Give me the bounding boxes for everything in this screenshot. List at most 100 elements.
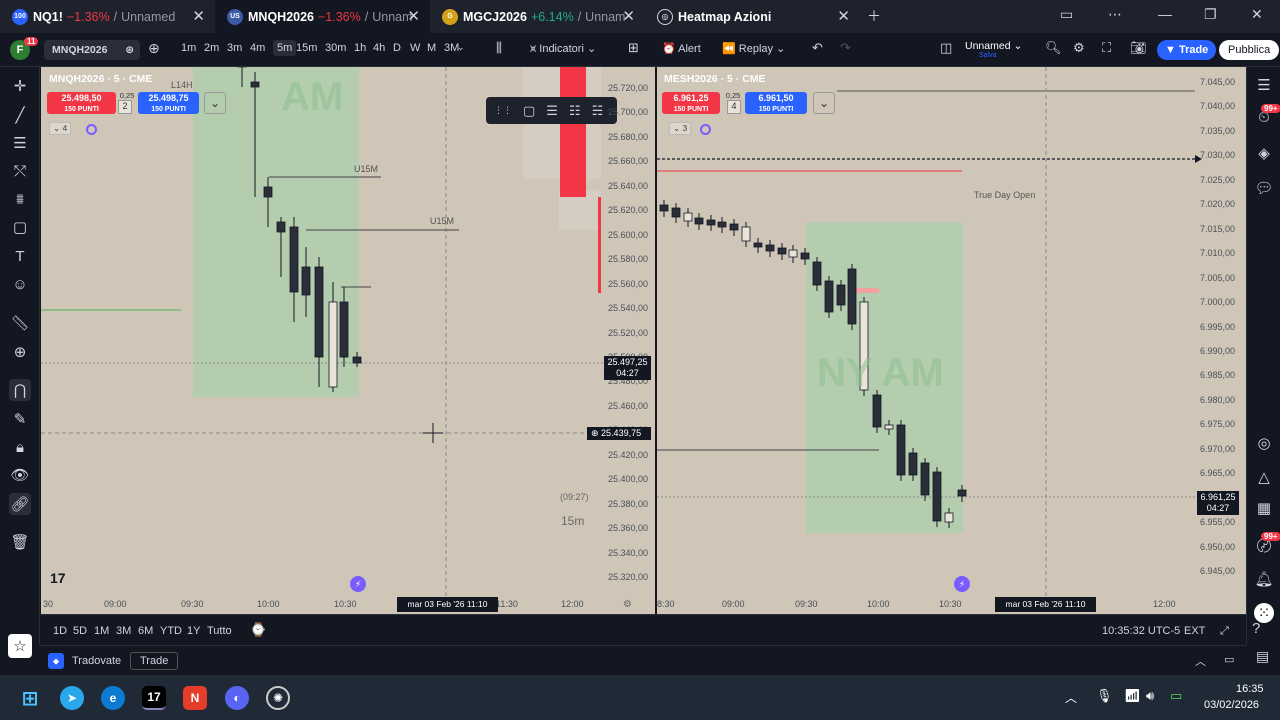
interval-1m[interactable]: 1m <box>181 42 196 54</box>
tab-heatmap[interactable]: ◎ Heatmap Azioni ✕ <box>645 0 860 33</box>
axis-settings-icon[interactable]: ⚙ <box>623 599 632 610</box>
taskbar-clock[interactable]: 16:35 <box>1236 683 1264 695</box>
sell-button[interactable]: 6.961,25 150 PUNTI <box>662 92 720 114</box>
fullscreen-icon[interactable]: ⛶ <box>1102 40 1111 56</box>
range-ytd[interactable]: YTD <box>160 625 182 637</box>
buy-button[interactable]: 25.498,75 150 PUNTI <box>138 92 199 114</box>
quantity-field[interactable]: 2 <box>118 100 132 114</box>
expand-icon[interactable]: ⤢ <box>1220 625 1229 638</box>
trendline-icon[interactable]: ╱ <box>9 104 31 126</box>
monitor-icon[interactable]: ▭ <box>1060 6 1073 23</box>
forecast-icon[interactable]: ⩩ <box>9 188 31 210</box>
mic-icon[interactable]: 🎙︎ <box>1096 688 1113 704</box>
time-axis-right[interactable]: 8:30 09:00 09:30 10:00 10:30 12:00 <box>657 599 1197 613</box>
templates-icon[interactable]: ⊞ <box>628 40 639 56</box>
range-3m[interactable]: 3M <box>116 625 131 637</box>
minimize-icon[interactable]: — <box>1158 6 1172 22</box>
broker-name[interactable]: Tradovate <box>72 655 121 667</box>
buy-button[interactable]: 6.961,50 150 PUNTI <box>745 92 807 114</box>
interval-30m[interactable]: 30m <box>325 42 346 54</box>
panel-toggle-icon[interactable]: ▤ <box>1256 648 1269 665</box>
price-axis-left[interactable]: 25.720,00 25.700,00 25.680,00 25.660,00 25.6… <box>608 67 654 614</box>
lines-tool-icon[interactable]: ☰ <box>546 103 558 119</box>
bell-icon[interactable]: 🔔︎ <box>1254 569 1274 589</box>
interval-D[interactable]: D <box>393 42 401 54</box>
range-1y[interactable]: 1Y <box>187 625 200 637</box>
time-axis-left[interactable]: 30 09:00 09:30 10:00 10:30 11:30 12:00 <box>41 599 601 613</box>
range-6m[interactable]: 6M <box>138 625 153 637</box>
interval-1h[interactable]: 1h <box>354 42 366 54</box>
goto-date-icon[interactable]: ⌚ <box>250 622 266 638</box>
trade-button[interactable]: ▼ Trade <box>1157 40 1217 60</box>
tradingview-app-icon[interactable]: 17 <box>142 686 166 710</box>
chart-pane-left[interactable]: MNQH2026 · 5 · CME 25.498,50 150 PUNTI 0,… <box>41 67 655 614</box>
watchlist-icon[interactable]: ☰ <box>1254 75 1274 95</box>
favorites-star-icon[interactable]: ☆ <box>8 634 32 658</box>
lightning-icon[interactable]: ⚡︎ <box>350 576 366 592</box>
crosshair-icon[interactable]: ✛ <box>9 75 31 97</box>
rectangle-icon[interactable]: ▢ <box>9 216 31 238</box>
timezone-clock[interactable]: 10:35:32 UTC-5 <box>1102 625 1180 637</box>
range-1m[interactable]: 1M <box>94 625 109 637</box>
discord-icon[interactable]: ◐ <box>225 686 249 710</box>
extended-hours-toggle[interactable]: EXT <box>1184 625 1205 637</box>
pyramid-icon[interactable]: △ <box>1254 467 1274 487</box>
text-icon[interactable]: T <box>9 245 31 267</box>
lines-settings-icon[interactable]: ☵ <box>592 103 604 119</box>
interval-M[interactable]: M <box>427 42 436 54</box>
trash-icon[interactable]: 🗑︎ <box>9 531 31 553</box>
price-axis-right[interactable]: 7.045,00 7.040,00 7.035,00 7.030,00 7.025,00… <box>1200 67 1246 614</box>
order-dropdown-icon[interactable]: ⌄ <box>813 92 835 114</box>
close-icon[interactable]: ✕ <box>837 7 850 25</box>
publish-button[interactable]: Pubblica <box>1219 40 1280 60</box>
trade-panel-button[interactable]: Trade <box>130 652 179 670</box>
layers-icon[interactable]: ◈ <box>1254 143 1274 163</box>
range-5d[interactable]: 5D <box>73 625 87 637</box>
close-window-icon[interactable]: ✕ <box>1251 6 1263 23</box>
indicators-button[interactable]: ⩙ Indicatori ⌄ <box>530 42 596 56</box>
interval-W[interactable]: W <box>410 42 420 54</box>
windows-start-icon[interactable]: ⊞ <box>18 686 42 710</box>
speaker-icon[interactable]: 🔊︎ <box>1146 688 1154 704</box>
rectangle-tool-icon[interactable]: ▢ <box>523 103 535 119</box>
zoom-search-icon[interactable]: 🔍︎ <box>1045 40 1062 56</box>
more-icon[interactable]: ⋯ <box>1108 6 1122 23</box>
chatgpt-icon[interactable]: ✺ <box>266 686 290 710</box>
bar-style-icon[interactable]: ⫼ <box>496 40 502 56</box>
quantity-field[interactable]: 4 <box>727 100 741 114</box>
eye-icon[interactable]: 👁︎ <box>9 464 31 486</box>
interval-2m[interactable]: 2m <box>204 42 219 54</box>
battery-icon[interactable]: ▭ <box>1170 688 1182 704</box>
symbol-search[interactable]: MNQH2026 ⊛ <box>44 40 140 60</box>
interval-4h[interactable]: 4h <box>373 42 385 54</box>
drag-handle-icon[interactable]: ⋮⋮ <box>494 105 512 116</box>
indicators-toggle[interactable]: ⌄ 3 <box>669 122 692 135</box>
tab-nq1[interactable]: 100 NQ1! −1.36% / Unnamed ✕ <box>0 0 215 33</box>
chart-pane-right[interactable]: MESH2026 · 5 · CME 6.961,25 150 PUNTI 0,2… <box>657 67 1246 614</box>
tray-chevron-icon[interactable]: ︿ <box>1065 689 1077 706</box>
target-icon[interactable]: ◎ <box>1254 433 1274 453</box>
stay-drawing-icon[interactable]: ✎ <box>9 408 31 430</box>
plus-circle-icon[interactable]: ⊕ <box>591 428 601 438</box>
layout-icon[interactable]: ◫ <box>940 40 952 56</box>
new-tab-icon[interactable]: ＋ <box>867 6 881 26</box>
ninjatrader-icon[interactable]: N <box>183 686 207 710</box>
link-icon[interactable]: 🔗︎ <box>9 493 31 515</box>
maximize-panel-icon[interactable]: ▭ <box>1224 653 1234 666</box>
lock-icon[interactable]: 🔒︎ <box>9 436 31 458</box>
interval-3m[interactable]: 3m <box>227 42 242 54</box>
order-dropdown-icon[interactable]: ⌄ <box>204 92 226 114</box>
collapse-up-icon[interactable]: ︿ <box>1195 653 1206 669</box>
redo-icon[interactable]: ↷ <box>840 40 851 56</box>
maximize-icon[interactable]: ❐ <box>1204 6 1217 23</box>
magnet-icon[interactable]: ⋂ <box>9 379 31 401</box>
emoji-icon[interactable]: ☺ <box>9 273 31 295</box>
wifi-icon[interactable]: 📶︎ <box>1124 688 1141 704</box>
zoom-in-icon[interactable]: ⊕ <box>9 341 31 363</box>
alert-button[interactable]: ⏰ Alert <box>662 42 701 55</box>
interval-5m[interactable]: 5m <box>273 40 297 56</box>
replay-button[interactable]: ⏪ Replay ⌄ <box>722 42 785 55</box>
chat-icon[interactable]: 💬︎ <box>1254 178 1274 198</box>
close-icon[interactable]: ✕ <box>192 7 205 25</box>
add-symbol-icon[interactable]: ⊕ <box>148 40 160 57</box>
